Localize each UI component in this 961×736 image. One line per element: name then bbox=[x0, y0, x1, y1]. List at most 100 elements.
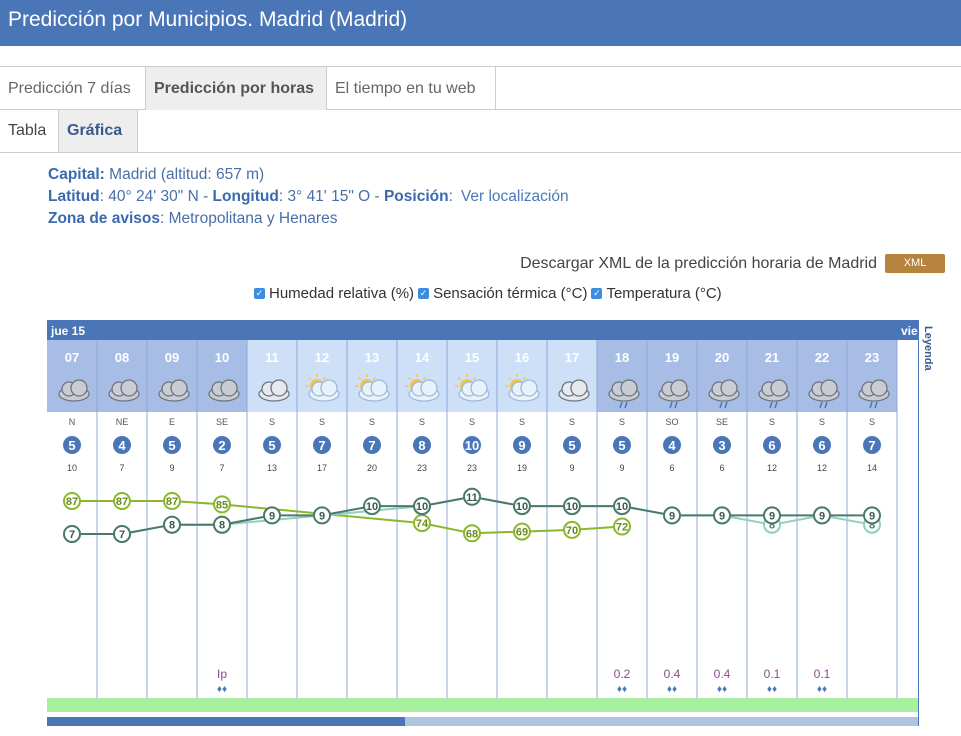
precip-value: 0.1 bbox=[814, 667, 831, 681]
checkbox-temperatura[interactable]: ✓ bbox=[591, 288, 603, 299]
series-point-label: 9 bbox=[769, 510, 775, 522]
raindrop-icon: ♦♦ bbox=[667, 684, 677, 695]
hour-label: 22 bbox=[815, 350, 829, 365]
raindrop-icon: ♦♦ bbox=[617, 684, 627, 695]
wind-direction: S bbox=[469, 417, 475, 427]
tab-grafica[interactable]: Gráfica bbox=[59, 110, 138, 152]
wind-direction: S bbox=[819, 417, 825, 427]
hour-label: 15 bbox=[465, 350, 479, 365]
toggle-temperatura[interactable]: ✓ Temperatura (°C) bbox=[591, 285, 722, 302]
hour-label: 09 bbox=[165, 350, 179, 365]
wind-direction: S bbox=[269, 417, 275, 427]
wind-gust-value: 9 bbox=[169, 463, 174, 473]
wind-speed-value: 8 bbox=[418, 438, 425, 453]
raindrop-icon: ♦♦ bbox=[767, 684, 777, 695]
scroll-track[interactable] bbox=[405, 717, 945, 726]
wind-speed-value: 6 bbox=[818, 438, 825, 453]
scroll-thumb[interactable] bbox=[47, 717, 405, 726]
wind-speed-value: 3 bbox=[718, 438, 725, 453]
toggle-humedad[interactable]: ✓ Humedad relativa (%) bbox=[254, 285, 414, 302]
xml-button[interactable]: XML bbox=[885, 254, 945, 273]
hour-label: 13 bbox=[365, 350, 379, 365]
ver-localizacion-link[interactable]: Ver localización bbox=[461, 188, 569, 205]
tab-tabla[interactable]: Tabla bbox=[0, 110, 59, 152]
xml-download-text: Descargar XML de la predicción horaria d… bbox=[520, 254, 877, 272]
xml-download-row: Descargar XML de la predicción horaria d… bbox=[520, 254, 945, 273]
wind-direction: S bbox=[519, 417, 525, 427]
hour-label: 11 bbox=[265, 350, 279, 365]
day-label-jue: jue 15 bbox=[50, 324, 85, 338]
legend-label: Leyenda bbox=[922, 326, 934, 371]
wind-gust-value: 20 bbox=[367, 463, 377, 473]
precip-value: 0.4 bbox=[664, 667, 681, 681]
hourly-forecast-chart: 07 08 09 10 11 12 13 14 15 16 17 18 19 20 21 22 23 jue 1… bbox=[47, 320, 945, 726]
series-point-label: 87 bbox=[166, 496, 178, 508]
wind-gust-value: 17 bbox=[317, 463, 327, 473]
lon-value: : 3° 41' 15" O - bbox=[278, 188, 380, 205]
wind-direction: SO bbox=[665, 417, 678, 427]
hour-label: 21 bbox=[765, 350, 779, 365]
wind-speed-value: 6 bbox=[768, 438, 775, 453]
tab-prediccion-por-horas[interactable]: Predicción por horas bbox=[146, 67, 327, 110]
wind-speed-value: 7 bbox=[368, 438, 375, 453]
series-point-label: 9 bbox=[669, 510, 675, 522]
wind-direction: S bbox=[369, 417, 375, 427]
checkbox-humedad[interactable]: ✓ bbox=[254, 288, 265, 299]
wind-speed-value: 5 bbox=[68, 438, 75, 453]
wind-gust-value: 6 bbox=[719, 463, 724, 473]
wind-speed-value: 2 bbox=[218, 438, 225, 453]
wind-gust-value: 12 bbox=[767, 463, 777, 473]
wind-gust-value: 6 bbox=[669, 463, 674, 473]
precip-value: 0.1 bbox=[764, 667, 781, 681]
series-point-label: 70 bbox=[566, 525, 578, 537]
wind-speed-value: 9 bbox=[518, 438, 525, 453]
hour-label: 12 bbox=[315, 350, 329, 365]
tab-prediccion-7-dias[interactable]: Predicción 7 días bbox=[0, 67, 146, 110]
series-point-label: 7 bbox=[69, 529, 75, 541]
raindrop-icon: ♦♦ bbox=[717, 684, 727, 695]
series-point-label: 10 bbox=[616, 501, 628, 513]
wind-direction: SE bbox=[216, 417, 228, 427]
wind-speed-value: 4 bbox=[668, 438, 676, 453]
location-info: Capital: Madrid (altitud: 657 m) Latitud… bbox=[48, 164, 569, 230]
checkbox-sensacion[interactable]: ✓ bbox=[418, 288, 430, 299]
wind-gust-value: 23 bbox=[417, 463, 427, 473]
wind-speed-value: 5 bbox=[618, 438, 625, 453]
toggle-sensacion-label: Sensación térmica (°C) bbox=[433, 285, 588, 302]
raindrop-icon: ♦♦ bbox=[217, 684, 227, 695]
zona-value: : Metropolitana y Henares bbox=[159, 210, 338, 227]
wind-direction: E bbox=[169, 417, 175, 427]
main-tabs: Predicción 7 días Predicción por horas E… bbox=[0, 66, 961, 110]
wind-gust-value: 13 bbox=[267, 463, 277, 473]
wind-speed-value: 10 bbox=[465, 438, 479, 453]
wind-speed-value: 7 bbox=[868, 438, 875, 453]
raindrop-icon: ♦♦ bbox=[817, 684, 827, 695]
day-label-vie: vie bbox=[901, 324, 918, 338]
legend-panel[interactable]: Leyenda bbox=[918, 320, 946, 726]
series-point-label: 87 bbox=[116, 496, 128, 508]
page-title: Predicción por Municipios. Madrid (Madri… bbox=[8, 8, 408, 31]
wind-direction: S bbox=[419, 417, 425, 427]
hour-label: 10 bbox=[215, 350, 229, 365]
precip-value: 0.4 bbox=[714, 667, 731, 681]
page-header: Predicción por Municipios. Madrid (Madri… bbox=[0, 0, 961, 46]
wind-speed-value: 5 bbox=[168, 438, 175, 453]
series-point-label: 9 bbox=[269, 510, 275, 522]
series-point-label: 9 bbox=[869, 510, 875, 522]
wind-direction: S bbox=[569, 417, 575, 427]
hour-label: 14 bbox=[415, 350, 430, 365]
series-point-label: 9 bbox=[319, 510, 325, 522]
wind-gust-value: 9 bbox=[619, 463, 624, 473]
wind-gust-value: 14 bbox=[867, 463, 877, 473]
hour-label: 18 bbox=[615, 350, 629, 365]
hour-label: 16 bbox=[515, 350, 529, 365]
wind-speed-value: 7 bbox=[318, 438, 325, 453]
wind-gust-value: 12 bbox=[817, 463, 827, 473]
tab-tiempo-en-tu-web[interactable]: El tiempo en tu web bbox=[327, 67, 496, 110]
wind-speed-value: 5 bbox=[568, 438, 575, 453]
toggle-sensacion[interactable]: ✓ Sensación térmica (°C) bbox=[418, 285, 587, 302]
wind-gust-value: 23 bbox=[467, 463, 477, 473]
hour-label: 20 bbox=[715, 350, 729, 365]
series-point-label: 85 bbox=[216, 499, 228, 511]
pos-label: Posición bbox=[383, 188, 449, 205]
